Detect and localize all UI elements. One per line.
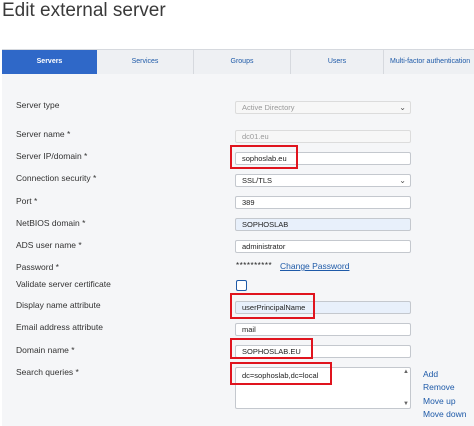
validate-certificate-checkbox[interactable] [236,280,247,291]
email-attribute-field[interactable]: mail [235,323,411,336]
ads-user-name-field[interactable]: administrator [235,240,411,253]
password-masked-value: ********** [236,261,273,270]
netbios-domain-label: NetBIOS domain * [16,218,86,228]
tab-services[interactable]: Services [97,50,193,74]
page-title: Edit external server [2,0,166,21]
ads-user-name-label: ADS user name * [16,240,82,250]
chevron-down-icon: ⌄ [399,176,406,185]
highlight-box [230,293,315,319]
chevron-down-icon: ⌄ [399,103,406,112]
move-down-button[interactable]: Move down [423,409,466,419]
netbios-domain-field[interactable]: SOPHOSLAB [235,218,411,231]
server-name-field: dc01.eu [235,130,411,143]
server-name-label: Server name * [16,129,71,139]
search-queries-label: Search queries * [16,367,79,377]
connection-security-select[interactable]: SSL/TLS ⌄ [235,174,411,187]
tab-bar: Servers Services Groups Users Multi-fact… [2,49,474,75]
validate-certificate-label: Validate server certificate [16,279,111,289]
highlight-box [230,145,298,169]
domain-name-label: Domain name * [16,345,75,355]
scrollbar[interactable]: ▲ ▼ [400,368,410,408]
tab-groups[interactable]: Groups [194,50,290,74]
connection-security-label: Connection security * [16,173,97,183]
move-up-button[interactable]: Move up [423,396,456,406]
change-password-link[interactable]: Change Password [280,261,349,271]
triangle-down-icon[interactable]: ▼ [403,401,409,407]
highlight-box [230,338,313,359]
connection-security-value: SSL/TLS [242,176,273,185]
password-label: Password * [16,262,59,272]
port-field[interactable]: 389 [235,196,411,209]
triangle-up-icon[interactable]: ▲ [403,369,409,375]
remove-query-button[interactable]: Remove [423,382,455,392]
server-type-select: Active Directory ⌄ [235,101,411,114]
email-attribute-label: Email address attribute [16,322,103,332]
highlight-box [230,362,332,385]
tab-servers[interactable]: Servers [2,50,97,74]
tab-users[interactable]: Users [291,50,383,74]
tab-multi-factor-authentication[interactable]: Multi-factor authentication [384,50,474,74]
add-query-button[interactable]: Add [423,369,438,379]
display-name-attribute-label: Display name attribute [16,300,101,310]
port-label: Port * [16,196,38,206]
server-type-label: Server type [16,100,60,110]
server-ip-label: Server IP/domain * [16,151,88,161]
server-type-value: Active Directory [242,103,295,112]
